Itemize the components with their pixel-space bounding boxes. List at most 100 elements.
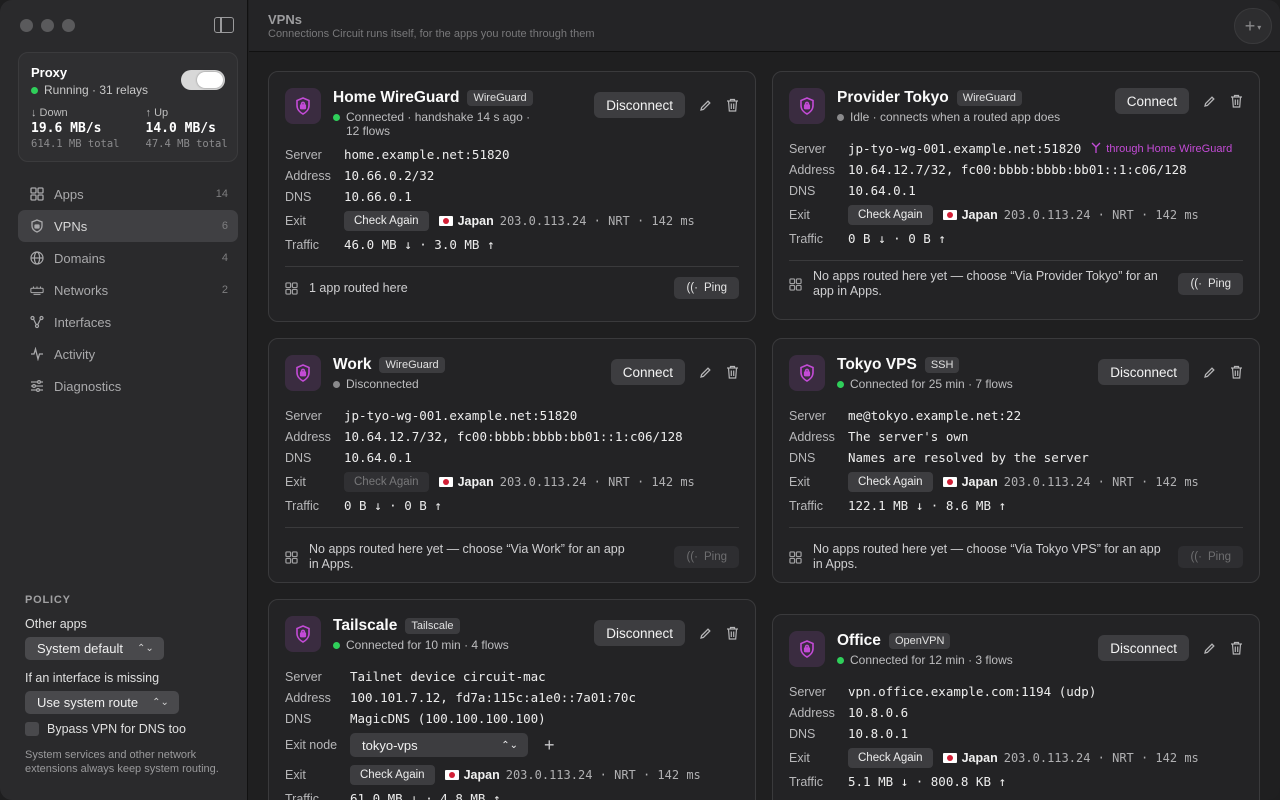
network-icon — [30, 283, 44, 297]
server-label: Server — [789, 408, 826, 423]
disconnect-button[interactable]: Disconnect — [594, 92, 685, 118]
trash-icon[interactable] — [1230, 94, 1243, 108]
sidebar-item-vpns[interactable]: VPNs 6 — [18, 210, 238, 242]
interfaces-icon — [30, 315, 44, 329]
add-vpn-button[interactable]: + ▾ — [1234, 8, 1272, 44]
page-subtitle: Connections Circuit runs itself, for the… — [268, 28, 595, 40]
trash-icon[interactable] — [726, 98, 739, 112]
sidebar-item-apps[interactable]: Apps 14 — [18, 178, 238, 210]
down-value: 19.6 MB/s — [31, 121, 102, 136]
missing-interface-value: Use system route — [37, 695, 139, 710]
japan-flag-icon — [438, 216, 453, 226]
protocol-badge: WireGuard — [956, 90, 1022, 106]
dns-value: 10.64.0.1 — [344, 450, 412, 465]
ping-button[interactable]: ((· Ping — [1178, 546, 1243, 568]
edit-pencil-icon[interactable] — [699, 99, 712, 112]
traffic-label: Traffic — [285, 237, 320, 252]
ping-button[interactable]: ((· Ping — [674, 546, 739, 568]
card-title: Work — [333, 356, 372, 373]
sidebar-item-label: Apps — [54, 186, 84, 202]
dns-value: Names are resolved by the server — [848, 450, 1089, 465]
edit-pencil-icon[interactable] — [1203, 95, 1216, 108]
header: VPNs Connections Circuit runs itself, fo… — [249, 0, 1280, 52]
proxy-toggle[interactable] — [181, 70, 225, 90]
vpn-shield-icon — [285, 616, 321, 652]
ping-button[interactable]: ((· Ping — [1178, 273, 1243, 295]
sidebar-item-activity[interactable]: Activity — [18, 338, 238, 370]
add-exit-node-plus-icon[interactable]: + — [544, 735, 555, 756]
traffic-label: Traffic — [789, 231, 824, 246]
exit-node-select[interactable]: tokyo-vps ⌃⌄ — [350, 733, 528, 757]
ping-wave-icon: ((· — [686, 282, 698, 294]
check-again-button[interactable]: Check Again — [344, 211, 429, 231]
ping-button[interactable]: ((· Ping — [674, 277, 739, 299]
japan-flag-icon — [444, 770, 459, 780]
exit-label: Exit — [285, 768, 306, 782]
card-title: Provider Tokyo — [837, 89, 949, 106]
exit-meta: 203.0.113.24 · NRT · 142 ms — [1003, 475, 1199, 489]
ping-label: Ping — [703, 282, 727, 294]
status-dot-icon — [333, 381, 340, 388]
edit-pencil-icon[interactable] — [1203, 642, 1216, 655]
status-dot-icon — [333, 642, 340, 649]
dns-label: DNS — [285, 450, 312, 465]
policy-note: System services and other network extens… — [25, 749, 219, 775]
exit-meta: 203.0.113.24 · NRT · 142 ms — [505, 768, 701, 782]
minimize-window-button[interactable] — [41, 19, 54, 32]
exit-node-label: Exit node — [285, 738, 338, 752]
disconnect-button[interactable]: Disconnect — [1098, 635, 1189, 661]
edit-pencil-icon[interactable] — [1203, 366, 1216, 379]
divider — [789, 260, 1243, 261]
vpn-shield-icon — [789, 88, 825, 124]
missing-interface-select[interactable]: Use system route ⌃⌄ — [25, 691, 179, 714]
exit-label: Exit — [789, 751, 810, 765]
sliders-icon — [30, 379, 44, 393]
bypass-dns-row: Bypass VPN for DNS too — [25, 722, 235, 736]
edit-pencil-icon[interactable] — [699, 627, 712, 640]
apps-grid-icon — [285, 550, 301, 564]
disconnect-button[interactable]: Disconnect — [1098, 359, 1189, 385]
trash-icon[interactable] — [1230, 365, 1243, 379]
exit-country: Japan — [961, 751, 998, 765]
dns-label: DNS — [285, 711, 312, 726]
status-dot-icon — [837, 657, 844, 664]
routed-apps-text: 1 app routed here — [309, 280, 408, 295]
sidebar-item-domains[interactable]: Domains 4 — [18, 242, 238, 274]
connect-button[interactable]: Connect — [610, 359, 685, 385]
apps-grid-icon — [789, 277, 805, 291]
zoom-window-button[interactable] — [62, 19, 75, 32]
address-value: 10.66.0.2/32 — [344, 168, 435, 183]
activity-icon — [30, 347, 44, 361]
address-value: 10.8.0.6 — [848, 705, 909, 720]
updown-chevron-icon: ⌃⌄ — [137, 643, 154, 654]
vpn-shield-icon — [789, 355, 825, 391]
traffic-value: 5.1 MB ↓ · 800.8 KB ↑ — [848, 774, 1007, 789]
exit-meta: 203.0.113.24 · NRT · 142 ms — [1003, 208, 1199, 222]
ping-wave-icon: ((· — [686, 551, 698, 563]
trash-icon[interactable] — [726, 626, 739, 640]
other-apps-select[interactable]: System default ⌃⌄ — [25, 637, 164, 660]
trash-icon[interactable] — [1230, 641, 1243, 655]
check-again-button[interactable]: Check Again — [848, 748, 933, 768]
connect-button[interactable]: Connect — [1114, 88, 1189, 114]
edit-pencil-icon[interactable] — [699, 366, 712, 379]
check-again-button[interactable]: Check Again — [848, 472, 933, 492]
sidebar-item-interfaces[interactable]: Interfaces — [18, 306, 238, 338]
exit-country: Japan — [961, 208, 998, 222]
routed-apps-text: No apps routed here yet — choose “Via Wo… — [309, 542, 625, 571]
sidebar-item-diagnostics[interactable]: Diagnostics — [18, 370, 238, 402]
check-again-button[interactable]: Check Again — [344, 472, 429, 492]
down-label: ↓ Down — [31, 107, 68, 119]
close-window-button[interactable] — [20, 19, 33, 32]
bypass-dns-checkbox[interactable] — [25, 722, 39, 736]
check-again-button[interactable]: Check Again — [350, 765, 435, 785]
sidebar-item-networks[interactable]: Networks 2 — [18, 274, 238, 306]
sidebar-toggle-icon[interactable] — [214, 17, 234, 33]
via-chain: through Home WireGuard — [1091, 142, 1232, 156]
card-status: Connected for 25 min · 7 flows — [837, 377, 1098, 391]
traffic-label: Traffic — [285, 498, 320, 513]
trash-icon[interactable] — [726, 365, 739, 379]
disconnect-button[interactable]: Disconnect — [594, 620, 685, 646]
check-again-button[interactable]: Check Again — [848, 205, 933, 225]
server-label: Server — [285, 669, 322, 684]
